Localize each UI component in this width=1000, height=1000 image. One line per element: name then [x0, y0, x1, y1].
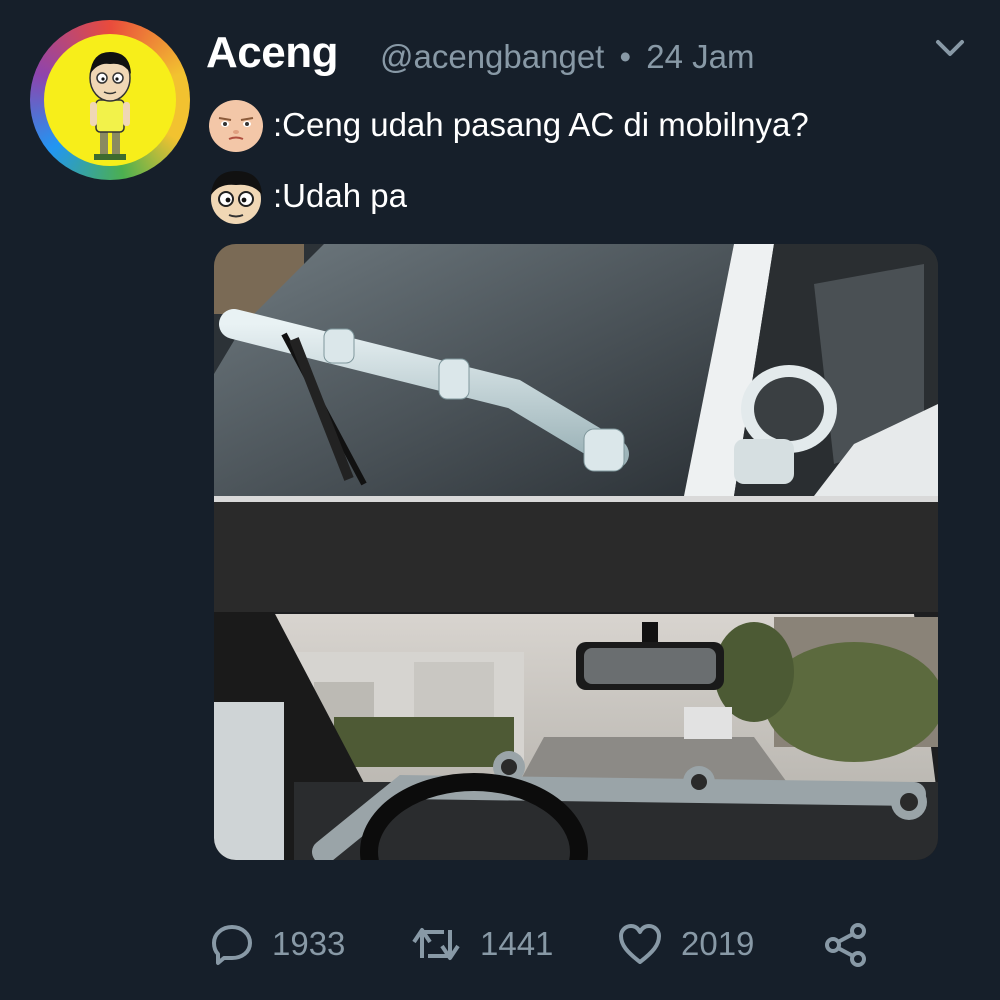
- tweet-text: :Udah pa: [273, 177, 407, 214]
- display-name[interactable]: Aceng: [206, 28, 338, 78]
- retweet-button[interactable]: 1441: [410, 922, 553, 966]
- avatar[interactable]: [30, 20, 190, 180]
- reply-button[interactable]: 1933: [210, 922, 345, 966]
- timestamp[interactable]: 24 Jam: [646, 38, 754, 75]
- share-button[interactable]: [822, 922, 888, 968]
- retweet-count: 1441: [480, 925, 554, 962]
- chevron-down-icon[interactable]: [930, 34, 970, 64]
- tweet-meta: @acengbanget • 24 Jam: [380, 38, 754, 76]
- reply-count: 1933: [272, 925, 346, 962]
- cartoon-boy-face-icon: [205, 165, 267, 227]
- separator-dot: •: [619, 38, 632, 75]
- tweet-media[interactable]: [214, 244, 938, 860]
- share-icon: [825, 923, 866, 967]
- tweet-text: :Ceng udah pasang AC di mobilnya?: [273, 106, 809, 143]
- boss-baby-face-icon: [205, 94, 267, 156]
- tweet-card: Aceng @acengbanget • 24 Jam :Ceng udah p…: [0, 0, 1000, 1000]
- tweet-line: :Udah pa: [205, 165, 407, 227]
- heart-icon: [619, 924, 661, 964]
- handle[interactable]: @acengbanget: [380, 38, 604, 75]
- cartoon-boy-avatar-icon: [44, 34, 176, 166]
- tweet-line: :Ceng udah pasang AC di mobilnya?: [205, 94, 809, 156]
- like-count: 2019: [681, 925, 755, 962]
- like-button[interactable]: 2019: [617, 922, 754, 966]
- tweet-actions: 1933 1441 2019: [0, 922, 1000, 972]
- reply-icon: [212, 925, 252, 965]
- retweet-icon: [412, 928, 460, 960]
- car-interior-photo[interactable]: [214, 502, 938, 860]
- car-exterior-photo[interactable]: [214, 244, 938, 496]
